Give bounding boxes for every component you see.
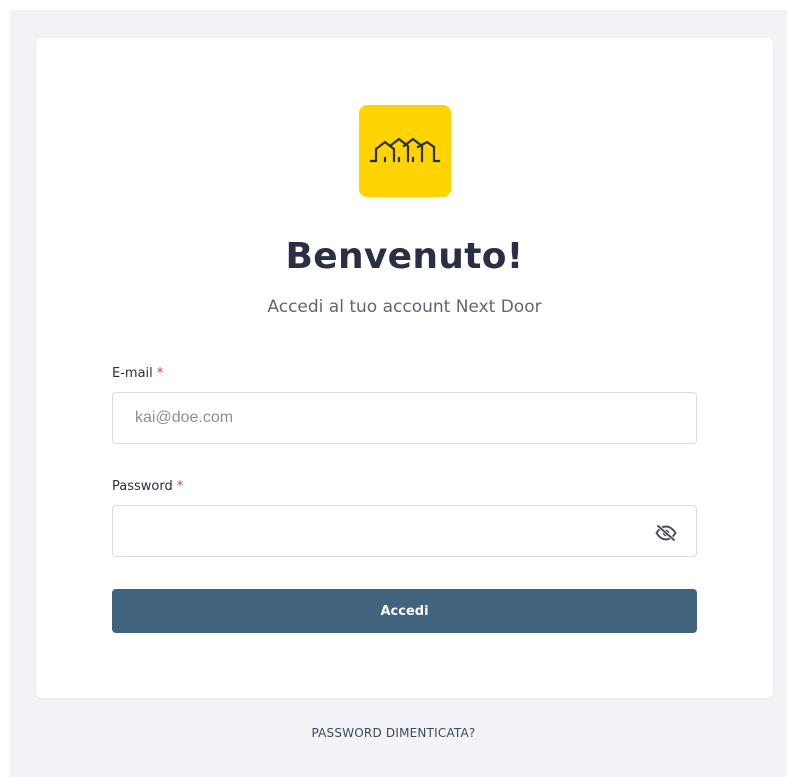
email-label-text: E-mail — [112, 366, 153, 381]
forgot-password-link[interactable]: PASSWORD DIMENTICATA? — [0, 726, 787, 740]
password-label: Password * — [112, 479, 183, 494]
email-label: E-mail * — [112, 366, 163, 381]
password-label-text: Password — [112, 479, 173, 494]
eye-slash-icon[interactable] — [655, 522, 677, 544]
logo — [359, 105, 451, 197]
houses-outline-icon — [369, 137, 441, 163]
page-title: Benvenuto! — [285, 236, 524, 277]
required-mark: * — [156, 366, 164, 381]
login-button[interactable]: Accedi — [112, 589, 697, 633]
page-subtitle: Accedi al tuo account Next Door — [267, 297, 542, 317]
required-mark: * — [176, 479, 184, 494]
password-input[interactable] — [112, 505, 697, 557]
login-card: Benvenuto! Accedi al tuo account Next Do… — [36, 38, 773, 698]
email-input[interactable] — [112, 392, 697, 444]
